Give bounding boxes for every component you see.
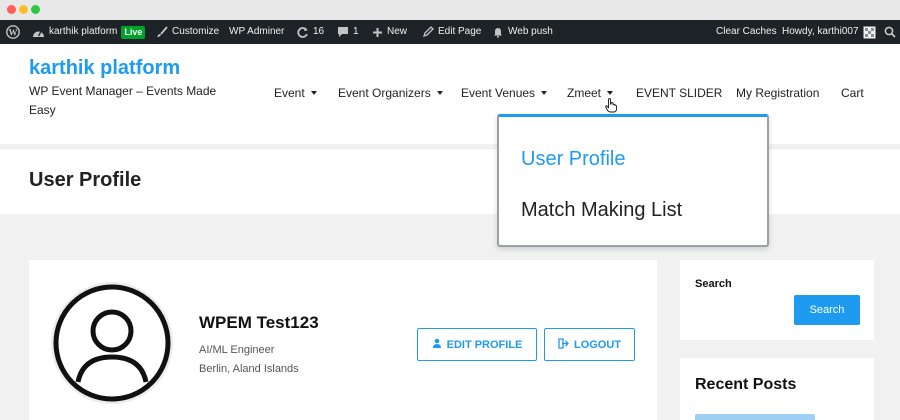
recent-post-link[interactable]	[695, 414, 815, 420]
zmeet-dropdown-menu: User Profile Match Making List	[497, 114, 769, 247]
admin-bar-updates-count: 16	[313, 26, 325, 37]
admin-bar-edit-page-label: Edit Page	[438, 26, 482, 37]
admin-bar-clear-caches-label: Clear Caches	[716, 26, 777, 37]
admin-bar-updates[interactable]: 16	[296, 20, 324, 44]
nav-item-label: Cart	[841, 86, 864, 100]
svg-text:W: W	[9, 27, 18, 37]
profile-card: WPEM Test123 AI/ML Engineer Berlin, Alan…	[29, 260, 657, 420]
admin-bar-site-name: karthik platform	[49, 26, 118, 37]
admin-bar-customize-label: Customize	[172, 26, 220, 37]
wp-admin-bar: W karthik platform Live Customize WP Adm…	[0, 20, 900, 44]
window-minimize-button[interactable]	[19, 5, 28, 14]
dropdown-item-user-profile[interactable]: User Profile	[521, 148, 625, 171]
nav-item-event-venues[interactable]: Event Venues	[461, 86, 548, 100]
profile-location: Berlin, Aland Islands	[199, 363, 299, 375]
live-badge: Live	[121, 25, 146, 39]
page-title: User Profile	[29, 169, 142, 191]
comment-bubble-icon	[337, 26, 349, 38]
avatar	[51, 282, 173, 404]
admin-bar-customize[interactable]: Customize	[156, 20, 219, 44]
admin-bar-new[interactable]: New	[372, 20, 407, 44]
profile-name: WPEM Test123	[199, 313, 319, 332]
user-icon	[432, 338, 442, 351]
nav-item-label: EVENT SLIDER	[636, 86, 723, 100]
chevron-down-icon	[436, 91, 443, 95]
admin-bar-new-label: New	[387, 26, 408, 37]
bell-icon	[492, 26, 504, 38]
nav-item-my-registration[interactable]: My Registration	[736, 86, 819, 100]
sign-out-icon	[558, 337, 569, 352]
admin-bar-edit-page[interactable]: Edit Page	[422, 20, 481, 44]
nav-item-cart[interactable]: Cart	[841, 86, 864, 100]
profile-job-title: AI/ML Engineer	[199, 344, 275, 356]
nav-item-label: Zmeet	[567, 86, 602, 100]
admin-bar-web-push[interactable]: Web push	[492, 20, 553, 44]
site-tagline: WP Event Manager – Events Made Easy	[29, 84, 217, 117]
admin-bar-wp-adminer-label: WP Adminer	[229, 26, 285, 37]
dashboard-gauge-icon	[32, 27, 45, 38]
window-maximize-button[interactable]	[31, 5, 40, 14]
admin-bar-comments[interactable]: 1	[337, 20, 359, 44]
admin-bar-comments-count: 1	[353, 26, 359, 37]
edit-profile-button[interactable]: EDIT PROFILE	[417, 328, 537, 361]
plus-icon	[372, 27, 383, 38]
recent-posts-widget: Recent Posts	[680, 358, 874, 420]
hand-pointer-cursor-icon	[605, 98, 617, 118]
edit-profile-label: EDIT PROFILE	[446, 338, 523, 351]
nav-item-label: My Registration	[736, 86, 820, 100]
nav-item-label: Event Organizers	[338, 86, 431, 100]
site-title-link[interactable]: karthik platform	[29, 57, 180, 80]
chevron-down-icon	[310, 91, 317, 95]
nav-item-label: Event	[274, 86, 305, 100]
chevron-down-icon	[541, 91, 548, 95]
nav-item-event[interactable]: Event	[274, 86, 317, 100]
logout-label: LOGOUT	[573, 338, 622, 351]
paintbrush-icon	[156, 26, 168, 38]
search-widget-label: Search	[695, 278, 732, 290]
nav-item-label: Event Venues	[461, 86, 536, 100]
recent-posts-heading: Recent Posts	[695, 376, 797, 393]
nav-item-event-slider[interactable]: EVENT SLIDER	[636, 86, 722, 100]
admin-bar-site-menu[interactable]: karthik platform Live	[32, 20, 146, 44]
admin-bar-clear-caches[interactable]: Clear Caches	[716, 20, 777, 44]
nav-item-event-organizers[interactable]: Event Organizers	[338, 86, 443, 100]
admin-bar-search-icon[interactable]	[884, 20, 896, 44]
logout-button[interactable]: LOGOUT	[544, 328, 635, 361]
dropdown-item-match-making-list[interactable]: Match Making List	[521, 199, 682, 222]
browser-window-chrome	[0, 0, 900, 20]
admin-bar-wp-adminer[interactable]: WP Adminer	[229, 20, 284, 44]
admin-bar-my-account[interactable]: Howdy, karthi007	[782, 20, 876, 44]
updates-refresh-icon	[296, 26, 309, 39]
user-avatar-icon	[863, 26, 876, 39]
pencil-icon	[422, 26, 434, 38]
admin-bar-howdy-label: Howdy, karthi007	[782, 26, 859, 37]
admin-bar-web-push-label: Web push	[508, 26, 553, 37]
window-close-button[interactable]	[7, 5, 16, 14]
user-circle-icon	[53, 284, 171, 402]
wordpress-logo-icon[interactable]: W	[6, 20, 20, 44]
search-button[interactable]: Search	[794, 295, 860, 325]
chevron-down-icon	[607, 91, 614, 95]
search-widget: Search Search	[680, 260, 874, 340]
